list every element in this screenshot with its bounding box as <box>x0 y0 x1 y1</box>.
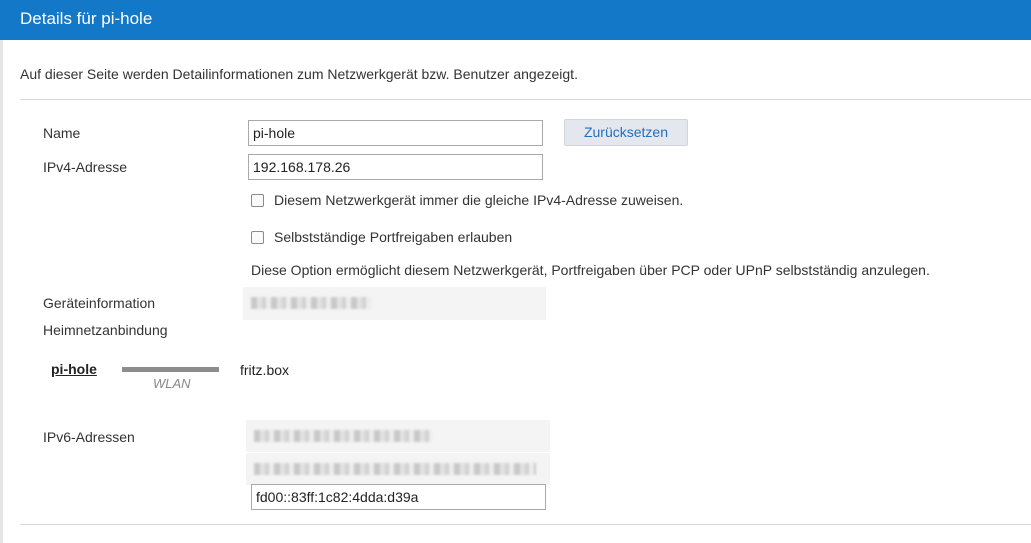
same-ip-option[interactable]: Diesem Netzwerkgerät immer die gleiche I… <box>251 192 683 208</box>
ipv6-redacted-2 <box>246 453 550 485</box>
divider-bottom <box>20 524 1031 525</box>
name-label: Name <box>43 125 81 141</box>
geraeteinfo-redacted <box>243 287 546 320</box>
page-title: Details für pi-hole <box>20 9 153 28</box>
connection-line <box>122 367 219 372</box>
connection-target: fritz.box <box>240 362 290 378</box>
connection-medium: WLAN <box>153 376 191 391</box>
left-border <box>0 40 3 543</box>
ipv6-label: IPv6-Adressen <box>43 429 135 445</box>
ipv4-label: IPv4-Adresse <box>43 159 128 175</box>
portfreigabe-checkbox[interactable] <box>251 230 264 244</box>
portfreigabe-option[interactable]: Selbstständige Portfreigaben erlauben <box>251 229 512 245</box>
ipv6-input[interactable] <box>251 484 546 510</box>
intro-text: Auf dieser Seite werden Detailinformatio… <box>20 66 578 82</box>
same-ip-checkbox-label: Diesem Netzwerkgerät immer die gleiche I… <box>274 192 684 208</box>
ipv4-input[interactable] <box>248 154 543 180</box>
same-ip-checkbox[interactable] <box>251 193 264 207</box>
geraeteinfo-label: Geräteinformation <box>43 295 156 311</box>
portfreigabe-note: Diese Option ermöglicht diesem Netzwerkg… <box>251 262 930 278</box>
heimnetz-label: Heimnetzanbindung <box>43 322 168 338</box>
name-input[interactable] <box>248 120 543 146</box>
divider-top <box>20 99 1031 100</box>
reset-button[interactable]: Zurücksetzen <box>564 119 688 146</box>
device-link[interactable]: pi-hole <box>51 361 97 377</box>
ipv6-redacted-1 <box>246 420 550 452</box>
portfreigabe-checkbox-label: Selbstständige Portfreigaben erlauben <box>274 229 513 245</box>
page-header: Details für pi-hole <box>0 0 1031 40</box>
